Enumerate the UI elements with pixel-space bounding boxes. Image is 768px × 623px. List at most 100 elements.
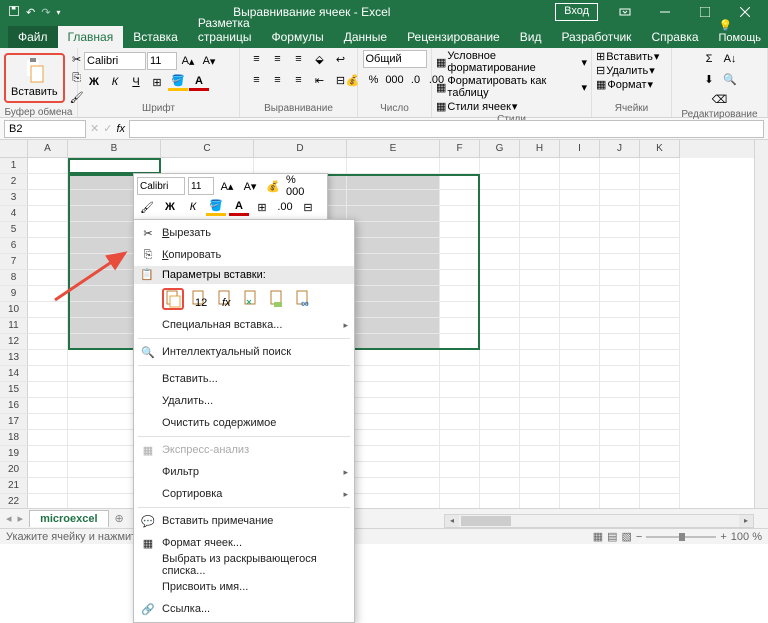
cell[interactable] xyxy=(440,190,480,206)
cell[interactable] xyxy=(600,222,640,238)
cell[interactable] xyxy=(560,238,600,254)
ctx-smart-lookup[interactable]: 🔍Интеллектуальный поиск xyxy=(134,341,354,363)
cell[interactable] xyxy=(560,414,600,430)
tab-formulas[interactable]: Формулы xyxy=(261,26,333,48)
cell[interactable] xyxy=(640,350,680,366)
col-header[interactable]: H xyxy=(520,140,560,158)
row-header[interactable]: 13 xyxy=(0,350,28,366)
view-normal-icon[interactable]: ▦ xyxy=(593,530,603,543)
cell[interactable] xyxy=(347,222,440,238)
cell[interactable] xyxy=(520,302,560,318)
cell[interactable] xyxy=(68,158,161,174)
tab-view[interactable]: Вид xyxy=(510,26,552,48)
cell[interactable] xyxy=(560,286,600,302)
cell[interactable] xyxy=(347,174,440,190)
cell[interactable] xyxy=(28,462,68,478)
cell[interactable] xyxy=(480,366,520,382)
clear-icon[interactable]: ⌫ xyxy=(710,90,730,108)
conditional-formatting-button[interactable]: ▦ Условное форматирование▾ xyxy=(436,50,587,74)
cell[interactable] xyxy=(520,158,560,174)
cell[interactable] xyxy=(347,334,440,350)
border-icon[interactable]: ⊞ xyxy=(147,73,167,91)
cell[interactable] xyxy=(600,318,640,334)
cell[interactable] xyxy=(480,254,520,270)
signin-button[interactable]: Вход xyxy=(555,3,598,21)
paste-all-icon[interactable] xyxy=(162,288,184,310)
cell[interactable] xyxy=(440,238,480,254)
cell[interactable] xyxy=(520,366,560,382)
paste-link-icon[interactable]: ∞ xyxy=(292,288,314,310)
zoom-level[interactable]: 100 % xyxy=(731,531,762,543)
worksheet-grid[interactable]: A B C D E F G H I J K 123456789101112131… xyxy=(0,140,768,510)
col-header[interactable]: E xyxy=(347,140,440,158)
cell[interactable] xyxy=(28,382,68,398)
format-as-table-button[interactable]: ▦ Форматировать как таблицу▾ xyxy=(436,75,587,99)
autosum-icon[interactable]: Σ xyxy=(699,50,719,68)
font-color-icon[interactable]: A xyxy=(189,73,209,91)
cell[interactable] xyxy=(640,318,680,334)
cell[interactable] xyxy=(347,302,440,318)
mini-size-combo[interactable]: 11 xyxy=(188,177,214,195)
col-header[interactable]: G xyxy=(480,140,520,158)
row-header[interactable]: 3 xyxy=(0,190,28,206)
ctx-sort[interactable]: Сортировка▸ xyxy=(134,483,354,505)
cell[interactable] xyxy=(440,222,480,238)
ctx-filter[interactable]: Фильтр▸ xyxy=(134,461,354,483)
ctx-pick-from-list[interactable]: Выбрать из раскрывающегося списка... xyxy=(134,554,354,576)
mini-shrink-font-icon[interactable]: A▾ xyxy=(240,177,260,195)
align-top-icon[interactable]: ≡ xyxy=(247,50,267,68)
cell[interactable] xyxy=(560,190,600,206)
shrink-font-icon[interactable]: A▾ xyxy=(199,52,219,70)
mini-decimal-icon[interactable]: .00 xyxy=(275,198,295,216)
cell[interactable] xyxy=(480,334,520,350)
orientation-icon[interactable]: ⬙ xyxy=(310,50,330,68)
cell[interactable] xyxy=(640,366,680,382)
paste-values-icon[interactable]: 123 xyxy=(188,288,210,310)
fill-icon[interactable]: ⬇ xyxy=(699,70,719,88)
row-header[interactable]: 16 xyxy=(0,398,28,414)
cell[interactable] xyxy=(480,174,520,190)
cell[interactable] xyxy=(600,334,640,350)
tab-data[interactable]: Данные xyxy=(334,26,397,48)
format-cells-button[interactable]: ▦ Формат▾ xyxy=(596,78,653,91)
cell[interactable] xyxy=(520,190,560,206)
cell[interactable] xyxy=(560,222,600,238)
cell[interactable] xyxy=(347,206,440,222)
indent-dec-icon[interactable]: ⇤ xyxy=(310,71,330,89)
cell[interactable] xyxy=(440,462,480,478)
cell[interactable] xyxy=(640,478,680,494)
find-icon[interactable]: 🔍 xyxy=(720,70,740,88)
row-header[interactable]: 15 xyxy=(0,382,28,398)
cell[interactable] xyxy=(560,462,600,478)
col-header[interactable]: I xyxy=(560,140,600,158)
cell[interactable] xyxy=(520,478,560,494)
row-header[interactable]: 18 xyxy=(0,430,28,446)
cell[interactable] xyxy=(640,174,680,190)
tab-layout[interactable]: Разметка страницы xyxy=(188,12,262,48)
cell[interactable] xyxy=(520,318,560,334)
mini-percent-icon[interactable]: % 000 xyxy=(286,177,306,195)
row-header[interactable]: 6 xyxy=(0,238,28,254)
ctx-insert[interactable]: Вставить... xyxy=(134,368,354,390)
tab-developer[interactable]: Разработчик xyxy=(551,26,641,48)
cell[interactable] xyxy=(480,270,520,286)
row-header[interactable]: 1 xyxy=(0,158,28,174)
tab-home[interactable]: Главная xyxy=(58,26,124,48)
cell[interactable] xyxy=(560,382,600,398)
cell[interactable] xyxy=(480,158,520,174)
fill-color-icon[interactable]: 🪣 xyxy=(168,73,188,91)
mini-font-combo[interactable]: Calibri xyxy=(137,177,185,195)
col-header[interactable]: C xyxy=(161,140,254,158)
cell[interactable] xyxy=(480,398,520,414)
cell[interactable] xyxy=(480,414,520,430)
formula-bar[interactable] xyxy=(129,120,764,138)
mini-currency-icon[interactable]: 💰 xyxy=(263,177,283,195)
comma-icon[interactable]: 000 xyxy=(385,71,405,89)
cell[interactable] xyxy=(520,334,560,350)
cell[interactable] xyxy=(254,158,347,174)
cell[interactable] xyxy=(640,382,680,398)
cell[interactable] xyxy=(600,254,640,270)
cell[interactable] xyxy=(640,302,680,318)
cell[interactable] xyxy=(640,446,680,462)
cell[interactable] xyxy=(28,206,68,222)
